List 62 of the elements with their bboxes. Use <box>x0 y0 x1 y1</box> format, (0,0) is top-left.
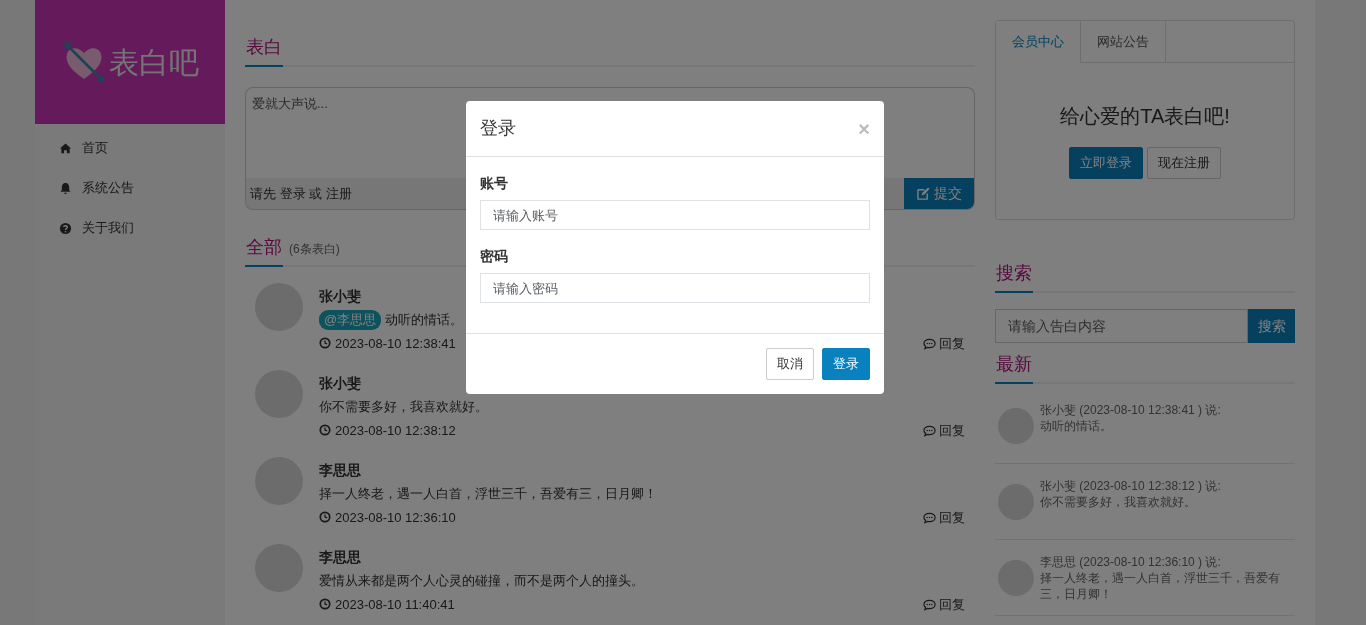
panel-tab[interactable]: 网站公告 <box>1081 21 1166 63</box>
clock-icon <box>319 511 331 524</box>
panel-tab[interactable]: 会员中心 <box>996 21 1081 63</box>
reply-link[interactable]: 回复 <box>923 333 965 353</box>
dialog-title: 登录 <box>480 117 516 140</box>
reply-link[interactable]: 回复 <box>923 420 965 440</box>
sidebar-item[interactable]: 关于我们 <box>35 208 225 248</box>
search-field[interactable]: 请输入告白内容 <box>995 309 1249 343</box>
field-label: 账号 <box>480 174 509 193</box>
edit-icon <box>916 187 930 200</box>
help-icon <box>59 221 72 235</box>
section-title: 全部 <box>245 234 283 267</box>
section-title: 表白 <box>245 34 283 67</box>
clock-icon <box>319 598 331 611</box>
login-prompt: 请先 登录 或 注册 <box>249 184 352 203</box>
post-time: 2023-08-10 11:40:41 <box>319 594 455 614</box>
login-link[interactable]: 登录 <box>279 185 306 201</box>
input-field[interactable]: 请输入账号 <box>480 200 870 230</box>
reply-link[interactable]: 回复 <box>923 507 965 527</box>
post-text: 爱情从来都是两个人心灵的碰撞，而不是两个人的撞头。 <box>319 572 644 590</box>
reply-link[interactable]: 回复 <box>923 594 965 614</box>
author-name: 张小斐 <box>319 287 361 306</box>
post-text: 动听的情话。 <box>385 311 464 329</box>
section-title: 最新 <box>995 351 1033 384</box>
comment-icon <box>923 423 936 437</box>
home-icon <box>59 141 72 155</box>
latest-text: 择一人终老，遇一人白首，浮世三千，吾爱有三，日月卿！ <box>1040 570 1281 602</box>
latest-header: 张小斐 (2023-08-10 12:38:41 ) 说: <box>1040 402 1221 418</box>
sidebar-item[interactable]: 系统公告 <box>35 168 225 208</box>
latest-header: 李思思 (2023-08-10 12:36:10 ) 说: <box>1040 554 1222 570</box>
sidebar-item[interactable]: 首页 <box>35 128 225 168</box>
welcome-text: 给心爱的TA表白吧! <box>1059 104 1231 129</box>
post-time: 2023-08-10 12:36:10 <box>319 507 456 527</box>
logo-text: 表白吧 <box>109 44 199 81</box>
input-field[interactable]: 请输入密码 <box>480 273 870 303</box>
register-link[interactable]: 注册 <box>325 185 352 201</box>
post-time: 2023-08-10 12:38:12 <box>319 420 456 440</box>
bell-icon <box>59 181 72 195</box>
login-button[interactable]: 登录 <box>822 348 870 380</box>
latest-text: 你不需要多好，我喜欢就好。 <box>1040 494 1197 510</box>
section-title: 搜索 <box>995 260 1033 293</box>
clock-icon <box>319 337 331 350</box>
author-name: 张小斐 <box>319 374 361 393</box>
register-button[interactable]: 现在注册 <box>1147 147 1221 179</box>
mention-tag[interactable]: @李思思 <box>319 310 382 330</box>
heart-arrow-icon <box>61 39 107 85</box>
author-name: 李思思 <box>319 461 361 480</box>
comment-icon <box>923 510 936 524</box>
submit-button[interactable]: 提交 <box>904 178 974 209</box>
author-name: 李思思 <box>319 548 361 567</box>
comment-icon <box>923 336 936 350</box>
login-button[interactable]: 立即登录 <box>1069 147 1143 179</box>
cancel-button[interactable]: 取消 <box>766 348 814 380</box>
post-time: 2023-08-10 12:38:41 <box>319 333 456 353</box>
post-text: 你不需要多好，我喜欢就好。 <box>319 398 488 416</box>
search-button[interactable]: 搜索 <box>1248 309 1295 343</box>
latest-header: 张小斐 (2023-08-10 12:38:12 ) 说: <box>1040 478 1221 494</box>
comment-icon <box>923 597 936 611</box>
field-label: 密码 <box>480 247 509 266</box>
post-count: (6条表白) <box>289 241 340 258</box>
latest-text: 动听的情话。 <box>1040 418 1113 434</box>
clock-icon <box>319 424 331 437</box>
